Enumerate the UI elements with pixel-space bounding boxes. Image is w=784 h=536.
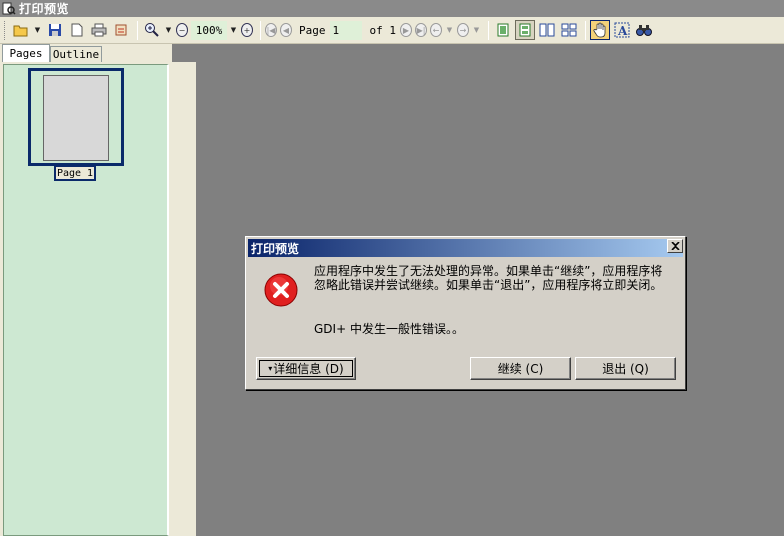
continue-button[interactable]: 继续 (C) <box>470 357 571 380</box>
close-icon <box>670 242 680 250</box>
quit-button[interactable]: 退出 (Q) <box>575 357 676 380</box>
text-select-icon: A <box>614 22 630 38</box>
dialog-message: 应用程序中发生了无法处理的异常。如果单击“继续”，应用程序将忽略此错误并尝试继续… <box>314 264 663 292</box>
binoculars-icon <box>636 25 652 36</box>
magnifier-plus-icon <box>145 23 159 37</box>
print-preview-app-icon <box>2 2 16 15</box>
tab-outline[interactable]: Outline <box>50 46 102 62</box>
text-select-button[interactable]: A <box>612 20 632 40</box>
hand-icon <box>593 22 606 38</box>
details-chevron-icon: ▾ <box>268 364 273 373</box>
window-titlebar: 打印预览 <box>0 0 784 17</box>
dialog-titlebar[interactable]: 打印预览 <box>248 239 683 257</box>
facing-pages-icon <box>539 23 555 37</box>
multiple-pages-button[interactable] <box>559 20 579 40</box>
back-button[interactable]: ← <box>430 20 442 40</box>
continuous-view-button[interactable] <box>515 20 535 40</box>
single-page-view-button[interactable] <box>493 20 513 40</box>
save-disk-icon <box>49 24 61 36</box>
hand-tool-button[interactable] <box>590 20 610 40</box>
forward-dropdown-icon[interactable]: ▼ <box>472 26 481 34</box>
dialog-error-detail: GDI+ 中发生一般性错误。。 <box>314 322 464 336</box>
minus-circle-icon: − <box>176 23 188 37</box>
page-setup-button[interactable] <box>67 20 87 40</box>
open-folder-icon <box>13 25 28 37</box>
open-button[interactable] <box>11 20 31 40</box>
thumbnail-pane: Page 1 <box>0 62 172 536</box>
toolbar: ▼ ▼ − 100% ▼ + |◀ ◀ Page 1 of 1 ▶ ▶| ← ▼… <box>0 17 784 44</box>
toolbar-grip[interactable] <box>4 20 7 40</box>
first-page-icon: |◀ <box>265 23 277 37</box>
window-title: 打印预览 <box>19 2 70 16</box>
zoom-tool-dropdown-icon[interactable]: ▼ <box>164 26 173 34</box>
details-button-label: 详细信息 (D) <box>273 362 344 376</box>
continuous-pages-icon <box>519 23 531 37</box>
page-count-label: of 1 <box>369 23 397 37</box>
error-dialog: 打印预览 应用程序中发生了无法处理的异常。如果单击“继续”，应用程序将忽略此错误… <box>245 236 686 390</box>
preview-left-margin <box>176 62 196 536</box>
toolbar-separator <box>488 20 489 40</box>
export-icon <box>115 24 127 36</box>
zoom-level-dropdown-icon[interactable]: ▼ <box>229 26 238 34</box>
print-button[interactable] <box>89 20 109 40</box>
last-page-icon: ▶| <box>415 23 427 37</box>
plus-circle-icon: + <box>241 23 253 37</box>
facing-pages-button[interactable] <box>537 20 557 40</box>
zoom-out-button[interactable]: − <box>176 20 188 40</box>
toolbar-separator <box>585 20 586 40</box>
zoom-in-button[interactable]: + <box>241 20 253 40</box>
open-dropdown-icon[interactable]: ▼ <box>33 26 42 34</box>
details-button[interactable]: ▾ 详细信息 (D) <box>256 357 356 380</box>
back-arrow-icon: ← <box>430 23 442 37</box>
dialog-title: 打印预览 <box>251 241 300 256</box>
page-thumbnail-image <box>43 75 109 161</box>
next-page-icon: ▶ <box>400 23 412 37</box>
page-thumbnail-label: Page 1 <box>54 165 96 181</box>
previous-page-icon: ◀ <box>280 23 292 37</box>
thumbnail-list[interactable]: Page 1 <box>3 64 169 536</box>
error-icon <box>264 273 298 307</box>
next-page-button[interactable]: ▶ <box>400 20 412 40</box>
forward-button[interactable]: → <box>457 20 469 40</box>
last-page-button[interactable]: ▶| <box>415 20 427 40</box>
single-page-icon <box>497 23 509 37</box>
document-icon <box>71 23 83 37</box>
zoom-in-tool-button[interactable] <box>142 20 162 40</box>
find-button[interactable] <box>634 20 654 40</box>
tab-pages[interactable]: Pages <box>2 44 50 62</box>
save-button[interactable] <box>45 20 65 40</box>
multiple-pages-icon <box>561 23 577 37</box>
previous-page-button[interactable]: ◀ <box>280 20 292 40</box>
forward-arrow-icon: → <box>457 23 469 37</box>
page-thumbnail[interactable] <box>28 68 124 166</box>
page-label: Page <box>299 23 326 37</box>
page-number-input[interactable]: 1 <box>329 20 362 40</box>
toolbar-separator <box>137 20 138 40</box>
back-dropdown-icon[interactable]: ▼ <box>445 26 454 34</box>
svg-text:A: A <box>617 24 628 38</box>
export-button[interactable] <box>111 20 131 40</box>
navigation-tabs: Pages Outline <box>0 44 172 62</box>
zoom-level-field[interactable]: 100% <box>191 20 227 40</box>
printer-icon <box>91 23 107 37</box>
toolbar-separator <box>260 20 261 40</box>
first-page-button[interactable]: |◀ <box>265 20 277 40</box>
dialog-close-button[interactable] <box>667 239 683 253</box>
